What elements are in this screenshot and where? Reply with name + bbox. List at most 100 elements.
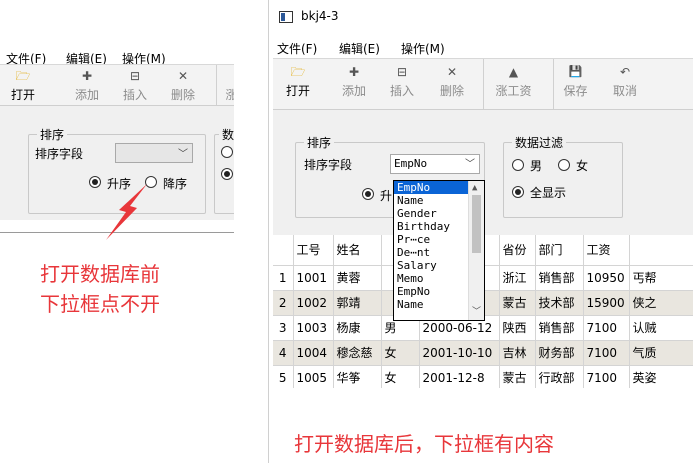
open-button[interactable]: 🗁 打开 [6,65,40,105]
cell-gender[interactable]: 女 [381,340,420,366]
scroll-down-icon[interactable]: ﹀ [472,306,481,319]
cell-department[interactable]: 财务部 [535,340,584,366]
cell-province[interactable]: 浙江 [499,265,536,291]
insert-button[interactable]: ⊟ 插入 [383,59,421,109]
annotation-arrow [106,184,147,240]
cell-empno[interactable]: 1005 [293,365,334,391]
menu-operate[interactable]: 操作(M) [401,40,445,57]
delete-label: 删除 [439,84,464,98]
folder-open-icon: 🗁 [290,65,306,79]
cell-salary[interactable]: 10950 [583,265,630,291]
header-empno[interactable]: 工号 [293,235,334,266]
scroll-thumb[interactable] [472,195,481,253]
cell-name[interactable]: 杨康 [333,315,382,341]
delete-x-icon: ✕ [446,65,458,79]
male-label: 男 [530,159,543,173]
cell-name[interactable]: 华筝 [333,365,382,391]
plus-icon: ✚ [81,69,93,83]
table-row[interactable]: 4 1004 穆念慈 女 2001-10-10 吉林 财务部 7100 气质 [273,340,693,366]
annotation-after: 打开数据库后，下拉框有内容 [294,432,554,456]
cell-empno[interactable]: 1001 [293,265,334,291]
delete-x-icon: ✕ [177,69,189,83]
row-number: 4 [273,340,294,366]
raise-label-partial: 涨 [225,88,234,102]
right-filter-group: 数据过滤 男 女 全显示 [503,134,623,218]
table-row[interactable]: 5 1005 华筝 女 2001-12-8 蒙古 行政部 7100 英姿 [273,365,693,391]
cell-memo[interactable]: 英姿 [629,365,693,391]
left-sort-field-combo[interactable]: ﹀ [115,143,193,163]
cell-province[interactable]: 陕西 [499,315,536,341]
delete-button[interactable]: ✕ 删除 [166,65,200,105]
insert-label: 插入 [389,84,414,98]
right-sort-field-combo[interactable]: EmpNo ﹀ [390,154,480,174]
raise-icon [217,68,234,84]
insert-button[interactable]: ⊟ 插入 [118,65,152,105]
cell-province[interactable]: 蒙古 [499,365,536,391]
cell-name[interactable]: 穆念慈 [333,340,382,366]
cell-salary[interactable]: 7100 [583,315,630,341]
header-name[interactable]: 姓名 [333,235,382,266]
cell-department[interactable]: 销售部 [535,315,584,341]
left-showall-radio[interactable] [221,168,233,180]
female-radio[interactable] [558,159,570,171]
cell-name[interactable]: 黄蓉 [333,265,382,291]
sort-field-dropdown-list[interactable]: EmpNo Name Gender Birthday Pr⋯ce De⋯nt S… [393,180,485,321]
cell-gender[interactable]: 女 [381,365,420,391]
cancel-button[interactable]: ↶ 取消 [603,59,647,109]
scroll-up-icon[interactable]: ▲ [472,182,477,195]
add-button[interactable]: ✚ 添加 [70,65,104,105]
open-label: 打开 [10,88,35,102]
cell-department[interactable]: 技术部 [535,290,584,316]
right-filter-group-title: 数据过滤 [512,134,567,151]
header-memo[interactable] [629,235,693,266]
right-toolbar: 🗁 打开 ✚ 添加 ⊟ 插入 ✕ 删除 ▲ 涨工资 💾 保存 ↶ 取消 [273,58,693,110]
cell-name[interactable]: 郭靖 [333,290,382,316]
cell-memo[interactable]: 丐帮 [629,265,693,291]
header-province[interactable]: 省份 [499,235,536,266]
cell-salary[interactable]: 7100 [583,340,630,366]
row-number: 2 [273,290,294,316]
undo-icon: ↶ [619,65,631,79]
cell-department[interactable]: 销售部 [535,265,584,291]
right-window: bkj4-3 文件(F) 编辑(E) 操作(M) 🗁 打开 ✚ 添加 ⊟ 插入 … [268,0,693,463]
male-radio[interactable] [512,159,524,171]
right-asc-label-partial: 升 [380,189,393,203]
raise-salary-button[interactable]: 涨 [216,65,234,105]
cell-empno[interactable]: 1002 [293,290,334,316]
right-asc-radio[interactable] [362,188,374,200]
header-department[interactable]: 部门 [535,235,584,266]
menu-file[interactable]: 文件(F) [277,40,317,57]
chevron-down-icon: ﹀ [465,159,475,170]
cell-empno[interactable]: 1004 [293,340,334,366]
open-button[interactable]: 🗁 打开 [279,59,317,109]
insert-row-icon: ⊟ [396,65,408,79]
cell-birthday[interactable]: 2001-12-8 [419,365,500,391]
right-sort-field-label: 排序字段 [304,158,353,172]
cell-salary[interactable]: 7100 [583,365,630,391]
annotation-before-line1: 打开数据库前 [40,262,160,286]
show-all-label: 全显示 [530,186,567,200]
show-all-radio[interactable] [512,186,524,198]
cell-salary[interactable]: 15900 [583,290,630,316]
add-button[interactable]: ✚ 添加 [335,59,373,109]
cell-department[interactable]: 行政部 [535,365,584,391]
delete-button[interactable]: ✕ 删除 [433,59,471,109]
cell-memo[interactable]: 认贼 [629,315,693,341]
cell-province[interactable]: 吉林 [499,340,536,366]
cell-memo[interactable]: 气质 [629,340,693,366]
header-salary[interactable]: 工资 [583,235,630,266]
left-filter-group: 数 [214,126,234,214]
cancel-label: 取消 [612,84,637,98]
cell-province[interactable]: 蒙古 [499,290,536,316]
female-label: 女 [576,159,589,173]
save-button[interactable]: 💾 保存 [553,59,597,109]
row-number: 3 [273,315,294,341]
raise-salary-button[interactable]: ▲ 涨工资 [483,59,543,109]
window-title: bkj4-3 [301,9,339,23]
dropdown-scrollbar[interactable]: ▲ ﹀ [468,181,484,320]
menu-edit[interactable]: 编辑(E) [339,40,380,57]
cell-empno[interactable]: 1003 [293,315,334,341]
left-male-radio[interactable] [221,146,233,158]
cell-birthday[interactable]: 2001-10-10 [419,340,500,366]
cell-memo[interactable]: 侠之 [629,290,693,316]
